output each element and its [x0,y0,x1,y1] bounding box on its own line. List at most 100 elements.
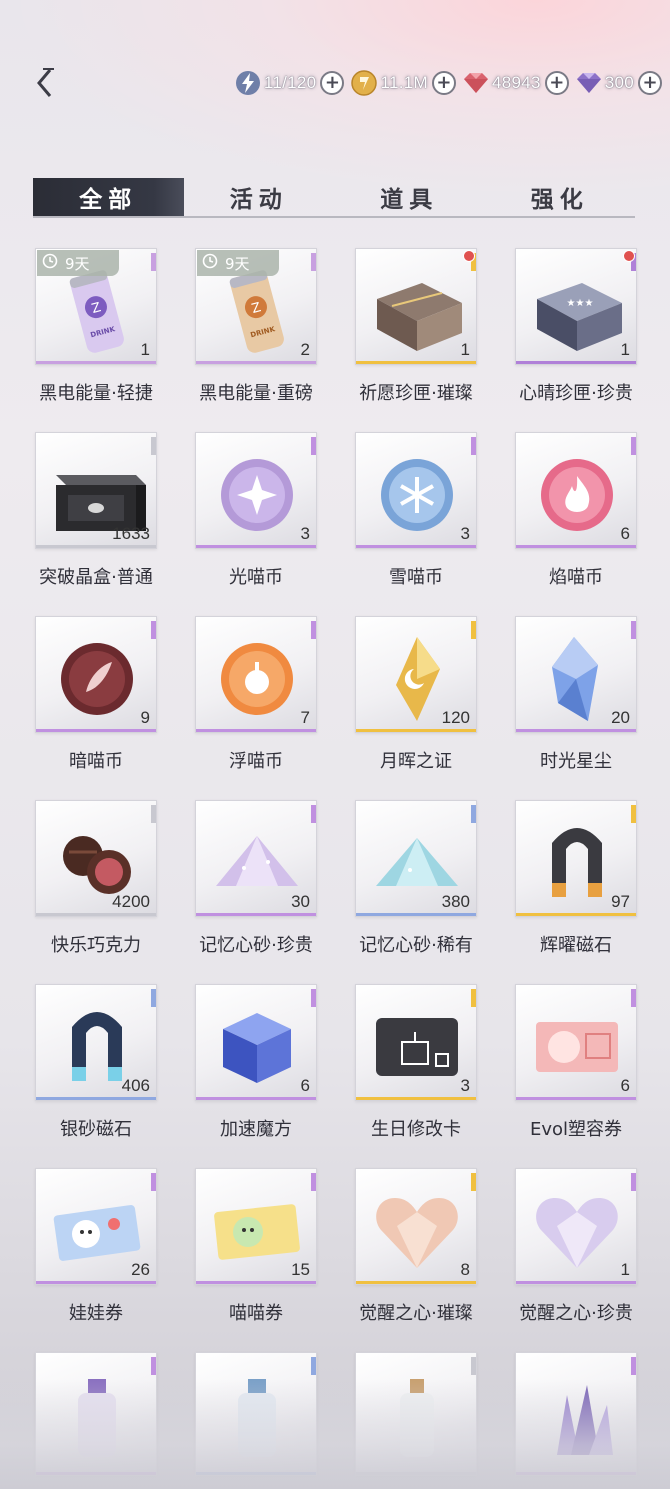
expiry-badge: 9天 [37,250,119,276]
inventory-item[interactable]: 26 娃娃券 [16,1168,176,1325]
gold-add-button[interactable]: + [431,71,456,95]
rarity-tab [311,1173,316,1191]
clock-icon [42,253,58,273]
inventory-item[interactable] [496,1352,656,1489]
rarity-tab [151,621,156,639]
item-card[interactable] [355,1352,477,1476]
coin-dark-icon [36,617,156,732]
cube-icon [196,985,316,1100]
rarity-tab [151,805,156,823]
item-name: 月晖之证 [380,751,452,772]
rarity-tab [631,805,636,823]
item-card[interactable]: 380 [355,800,477,917]
item-card[interactable]: 20 [515,616,637,733]
inventory-item[interactable]: 380 记忆心砂·稀有 [336,800,496,957]
item-card[interactable]: 26 [35,1168,157,1285]
item-card[interactable]: 3 [355,984,477,1101]
inventory-item[interactable]: 30 记忆心砂·珍贵 [176,800,336,957]
item-quantity: 3 [460,524,470,543]
back-button[interactable] [30,66,60,100]
red-diamond-icon [462,69,490,97]
inventory-item[interactable]: 97 辉曜磁石 [496,800,656,957]
stamina-value: 11/120 [263,73,317,92]
inventory-item[interactable]: 8 觉醒之心·璀璨 [336,1168,496,1325]
tab-props[interactable]: 道具 [334,178,485,216]
inventory-item[interactable]: 120 月晖之证 [336,616,496,773]
item-card[interactable]: ★★★ 1 [515,248,637,365]
crystal-add-button[interactable]: + [544,71,569,95]
inventory-item[interactable] [176,1352,336,1489]
rarity-bar [196,361,316,364]
inventory-item[interactable]: 20 时光星尘 [496,616,656,773]
item-card[interactable]: 97 [515,800,637,917]
inventory-grid: Z DRINK 9天 1 黑电能量·轻捷 Z DRINK 9天 2 黑电能量·重磅 1 祈愿珍匣·璀璨… [16,248,656,1489]
inventory-item[interactable]: 15 喵喵券 [176,1168,336,1325]
rarity-bar [516,545,636,548]
coin-purple-icon [196,433,316,548]
tab-activity[interactable]: 活动 [184,178,335,216]
inventory-item[interactable] [336,1352,496,1489]
rarity-bar [36,1097,156,1100]
item-quantity: 120 [441,708,470,727]
bottle-purple-icon [36,1353,156,1475]
item-card[interactable]: 1633 [35,432,157,549]
item-card[interactable]: Z DRINK 9天 1 [35,248,157,365]
inventory-item[interactable] [16,1352,176,1489]
item-card[interactable]: 15 [195,1168,317,1285]
tab-enhance[interactable]: 强化 [485,178,636,216]
rarity-tab [311,989,316,1007]
item-card[interactable] [35,1352,157,1476]
inventory-item[interactable]: 7 浮喵币 [176,616,336,773]
inventory-item[interactable]: 9 暗喵币 [16,616,176,773]
rarity-bar [196,1097,316,1100]
item-card[interactable]: 9 [35,616,157,733]
coin-pink-icon [516,433,636,548]
coin-orange-icon [196,617,316,732]
inventory-item[interactable]: 1633 突破晶盒·普通 [16,432,176,589]
tab-all[interactable]: 全部 [33,178,184,216]
item-card[interactable]: 1 [355,248,477,365]
inventory-item[interactable]: 3 光喵币 [176,432,336,589]
item-card[interactable]: 6 [515,984,637,1101]
inventory-item[interactable]: 6 焰喵币 [496,432,656,589]
item-card[interactable]: 1 [515,1168,637,1285]
item-card[interactable]: 120 [355,616,477,733]
ticket-pink-icon [516,985,636,1100]
rarity-tab [471,1357,476,1375]
inventory-item[interactable]: 3 生日修改卡 [336,984,496,1141]
item-card[interactable]: 6 [195,984,317,1101]
inventory-item[interactable]: 6 加速魔方 [176,984,336,1141]
gem-add-button[interactable]: + [638,71,662,95]
item-card[interactable]: 3 [355,432,477,549]
item-card[interactable]: 6 [515,432,637,549]
inventory-item[interactable]: 3 雪喵币 [336,432,496,589]
stamina-add-button[interactable]: + [320,71,345,95]
inventory-item[interactable]: Z DRINK 9天 2 黑电能量·重磅 [176,248,336,405]
inventory-item[interactable]: Z DRINK 9天 1 黑电能量·轻捷 [16,248,176,405]
rarity-bar [36,913,156,916]
item-card[interactable]: 7 [195,616,317,733]
inventory-item[interactable]: 1 觉醒之心·珍贵 [496,1168,656,1325]
item-card[interactable]: 30 [195,800,317,917]
item-name: 黑电能量·重磅 [199,383,313,404]
item-card[interactable]: Z DRINK 9天 2 [195,248,317,365]
rarity-bar [516,1097,636,1100]
item-quantity: 20 [611,708,630,727]
item-card[interactable] [515,1352,637,1476]
inventory-item[interactable]: 6 Evol塑容券 [496,984,656,1141]
rarity-tab [311,805,316,823]
clock-icon [202,253,218,273]
item-card[interactable]: 8 [355,1168,477,1285]
inventory-item[interactable]: 4200 快乐巧克力 [16,800,176,957]
inventory-item[interactable]: 1 祈愿珍匣·璀璨 [336,248,496,405]
gem-resource: 300 + [575,69,664,97]
inventory-item[interactable]: ★★★ 1 心晴珍匣·珍贵 [496,248,656,405]
item-card[interactable]: 4200 [35,800,157,917]
item-card[interactable] [195,1352,317,1476]
inventory-item[interactable]: 406 银砂磁石 [16,984,176,1141]
item-card[interactable]: 3 [195,432,317,549]
rarity-bar [516,913,636,916]
item-card[interactable]: 406 [35,984,157,1101]
gold-value: 11.1M [380,73,428,92]
rarity-bar [356,1281,476,1284]
